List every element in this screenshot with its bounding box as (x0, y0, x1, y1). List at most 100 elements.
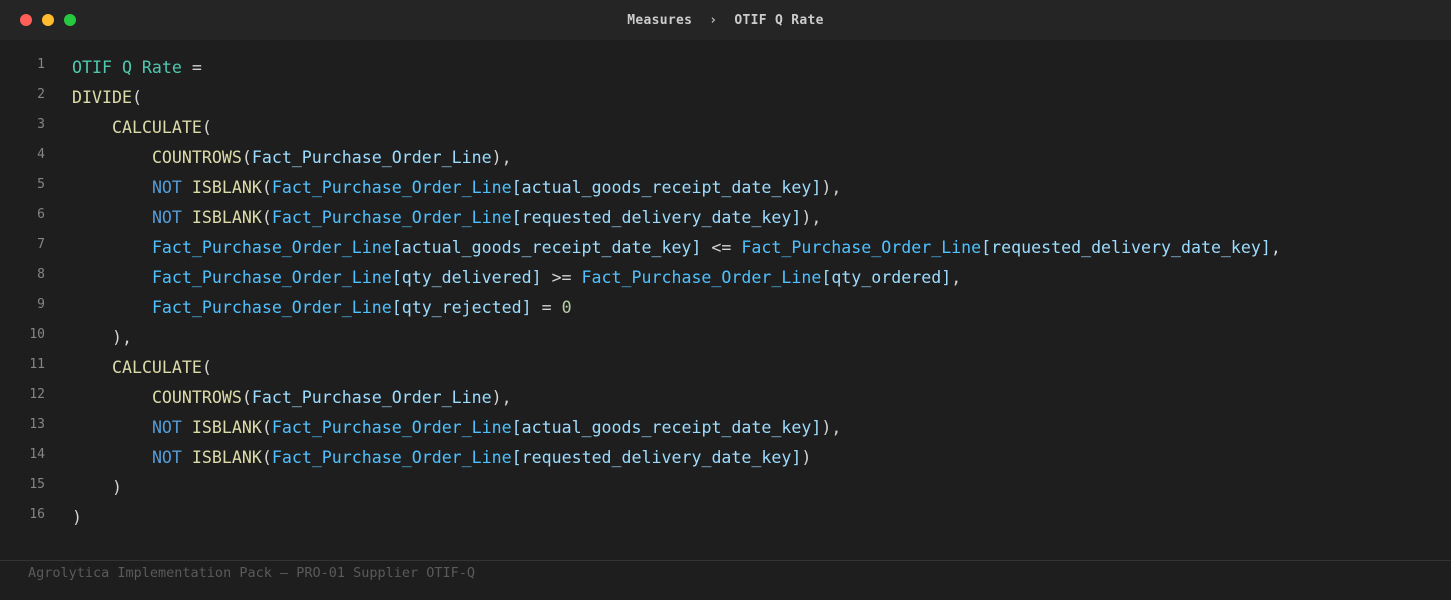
code-token-fn: DIVIDE (72, 88, 132, 107)
code-token-col: Fact_Purchase_Order_Line (251, 388, 492, 407)
line-number: 7 (37, 237, 45, 252)
code-token-op: ), (491, 388, 512, 407)
line-number: 14 (29, 447, 45, 462)
line-number: 11 (29, 357, 45, 372)
code-token-fn: COUNTROWS (151, 148, 242, 167)
code-token-col: [requested_delivery_date_key] (981, 238, 1271, 257)
code-text: CALCULATE( (72, 353, 212, 383)
code-token-op: , (951, 268, 962, 287)
code-line[interactable]: 14 NOT ISBLANK(Fact_Purchase_Order_Line[… (0, 443, 1451, 473)
breadcrumb: Measures › OTIF Q Rate (0, 0, 1451, 40)
code-token-op (182, 448, 192, 467)
code-token-fn: CALCULATE (111, 358, 202, 377)
code-token-op (182, 208, 192, 227)
code-line[interactable]: 5 NOT ISBLANK(Fact_Purchase_Order_Line[a… (0, 173, 1451, 203)
code-line[interactable]: 2 DIVIDE( (0, 83, 1451, 113)
code-token-op: ( (241, 148, 252, 167)
code-token-num: 0 (561, 298, 572, 317)
footer-divider (0, 560, 1451, 561)
code-line[interactable]: 10 ), (0, 323, 1451, 353)
code-text: NOT ISBLANK(Fact_Purchase_Order_Line[req… (72, 203, 821, 233)
code-line[interactable]: 15 ) (0, 473, 1451, 503)
code-text: Fact_Purchase_Order_Line[qty_delivered] … (72, 263, 961, 293)
code-token-op: ( (261, 418, 272, 437)
code-token-name: OTIF Q Rate (72, 58, 182, 77)
code-line[interactable]: 16) (0, 503, 1451, 533)
code-line[interactable]: 11 CALCULATE( (0, 353, 1451, 383)
code-token-kw: NOT (151, 448, 182, 467)
code-token-tbl: Fact_Purchase_Order_Line (151, 268, 392, 287)
code-token-fn: ISBLANK (191, 418, 262, 437)
code-token-op (72, 358, 112, 377)
line-number: 6 (37, 207, 45, 222)
code-token-op: ( (201, 118, 212, 137)
code-token-op (72, 448, 152, 467)
code-token-op (182, 418, 192, 437)
breadcrumb-separator: › (709, 12, 718, 28)
title-bar: Measures › OTIF Q Rate (0, 0, 1451, 40)
code-token-op (72, 148, 152, 167)
code-token-op: ( (201, 358, 212, 377)
code-token-op: = (181, 58, 202, 77)
code-token-fn: ISBLANK (191, 208, 262, 227)
line-number: 2 (37, 87, 45, 102)
code-token-op: ( (241, 388, 252, 407)
code-token-col: [requested_delivery_date_key] (511, 448, 802, 467)
code-token-kw: NOT (151, 418, 182, 437)
code-line[interactable]: 3 CALCULATE( (0, 113, 1451, 143)
code-text: Fact_Purchase_Order_Line[actual_goods_re… (72, 233, 1281, 263)
code-line[interactable]: 7 Fact_Purchase_Order_Line[actual_goods_… (0, 233, 1451, 263)
code-token-col: [actual_goods_receipt_date_key] (391, 238, 702, 257)
code-token-tbl: Fact_Purchase_Order_Line (271, 208, 512, 227)
code-token-col: [requested_delivery_date_key] (511, 208, 802, 227)
code-token-tbl: Fact_Purchase_Order_Line (151, 298, 392, 317)
line-number: 1 (37, 57, 45, 72)
code-token-op (72, 208, 152, 227)
code-token-op: ( (261, 448, 272, 467)
code-text: NOT ISBLANK(Fact_Purchase_Order_Line[act… (72, 413, 841, 443)
code-line[interactable]: 4 COUNTROWS(Fact_Purchase_Order_Line), (0, 143, 1451, 173)
code-token-tbl: Fact_Purchase_Order_Line (271, 418, 512, 437)
code-token-fn: CALCULATE (111, 118, 202, 137)
code-token-tbl: Fact_Purchase_Order_Line (741, 238, 982, 257)
code-token-op: ), (72, 328, 132, 347)
code-token-op (72, 178, 152, 197)
code-line[interactable]: 12 COUNTROWS(Fact_Purchase_Order_Line), (0, 383, 1451, 413)
code-token-op (72, 418, 152, 437)
code-line[interactable]: 1 OTIF Q Rate = (0, 53, 1451, 83)
code-token-op: ( (261, 178, 272, 197)
code-token-op (72, 298, 152, 317)
line-number: 8 (37, 267, 45, 282)
code-line[interactable]: 6 NOT ISBLANK(Fact_Purchase_Order_Line[r… (0, 203, 1451, 233)
code-token-tbl: Fact_Purchase_Order_Line (271, 178, 512, 197)
code-token-col: [qty_ordered] (821, 268, 952, 287)
code-text: CALCULATE( (72, 113, 212, 143)
code-token-op: ( (261, 208, 272, 227)
code-editor[interactable]: 1 OTIF Q Rate = 2 DIVIDE(3 CALCULATE(4 COUN… (0, 53, 1451, 533)
code-line[interactable]: 13 NOT ISBLANK(Fact_Purchase_Order_Line[… (0, 413, 1451, 443)
code-token-op: ) (801, 448, 812, 467)
code-token-op (72, 388, 152, 407)
line-number: 16 (29, 507, 45, 522)
code-token-kw: NOT (151, 208, 182, 227)
code-token-tbl: Fact_Purchase_Order_Line (151, 238, 392, 257)
code-token-op: , (1270, 238, 1281, 257)
code-text: COUNTROWS(Fact_Purchase_Order_Line), (72, 143, 512, 173)
line-number: 5 (37, 177, 45, 192)
code-token-op: ) (72, 508, 82, 527)
footer-caption: Agrolytica Implementation Pack — PRO-01 … (28, 565, 476, 581)
breadcrumb-item-measures[interactable]: Measures (627, 13, 692, 28)
code-line[interactable]: 8 Fact_Purchase_Order_Line[qty_delivered… (0, 263, 1451, 293)
code-token-kw: NOT (151, 178, 182, 197)
code-token-col: [actual_goods_receipt_date_key] (511, 178, 822, 197)
code-token-op: ), (801, 208, 822, 227)
code-token-fn: ISBLANK (191, 448, 262, 467)
line-number: 13 (29, 417, 45, 432)
line-number: 15 (29, 477, 45, 492)
code-line[interactable]: 9 Fact_Purchase_Order_Line[qty_rejected]… (0, 293, 1451, 323)
breadcrumb-item-current: OTIF Q Rate (734, 12, 824, 28)
line-number: 4 (37, 147, 45, 162)
code-token-col: [actual_goods_receipt_date_key] (511, 418, 822, 437)
code-text: ), (72, 323, 132, 353)
line-number: 9 (37, 297, 45, 312)
